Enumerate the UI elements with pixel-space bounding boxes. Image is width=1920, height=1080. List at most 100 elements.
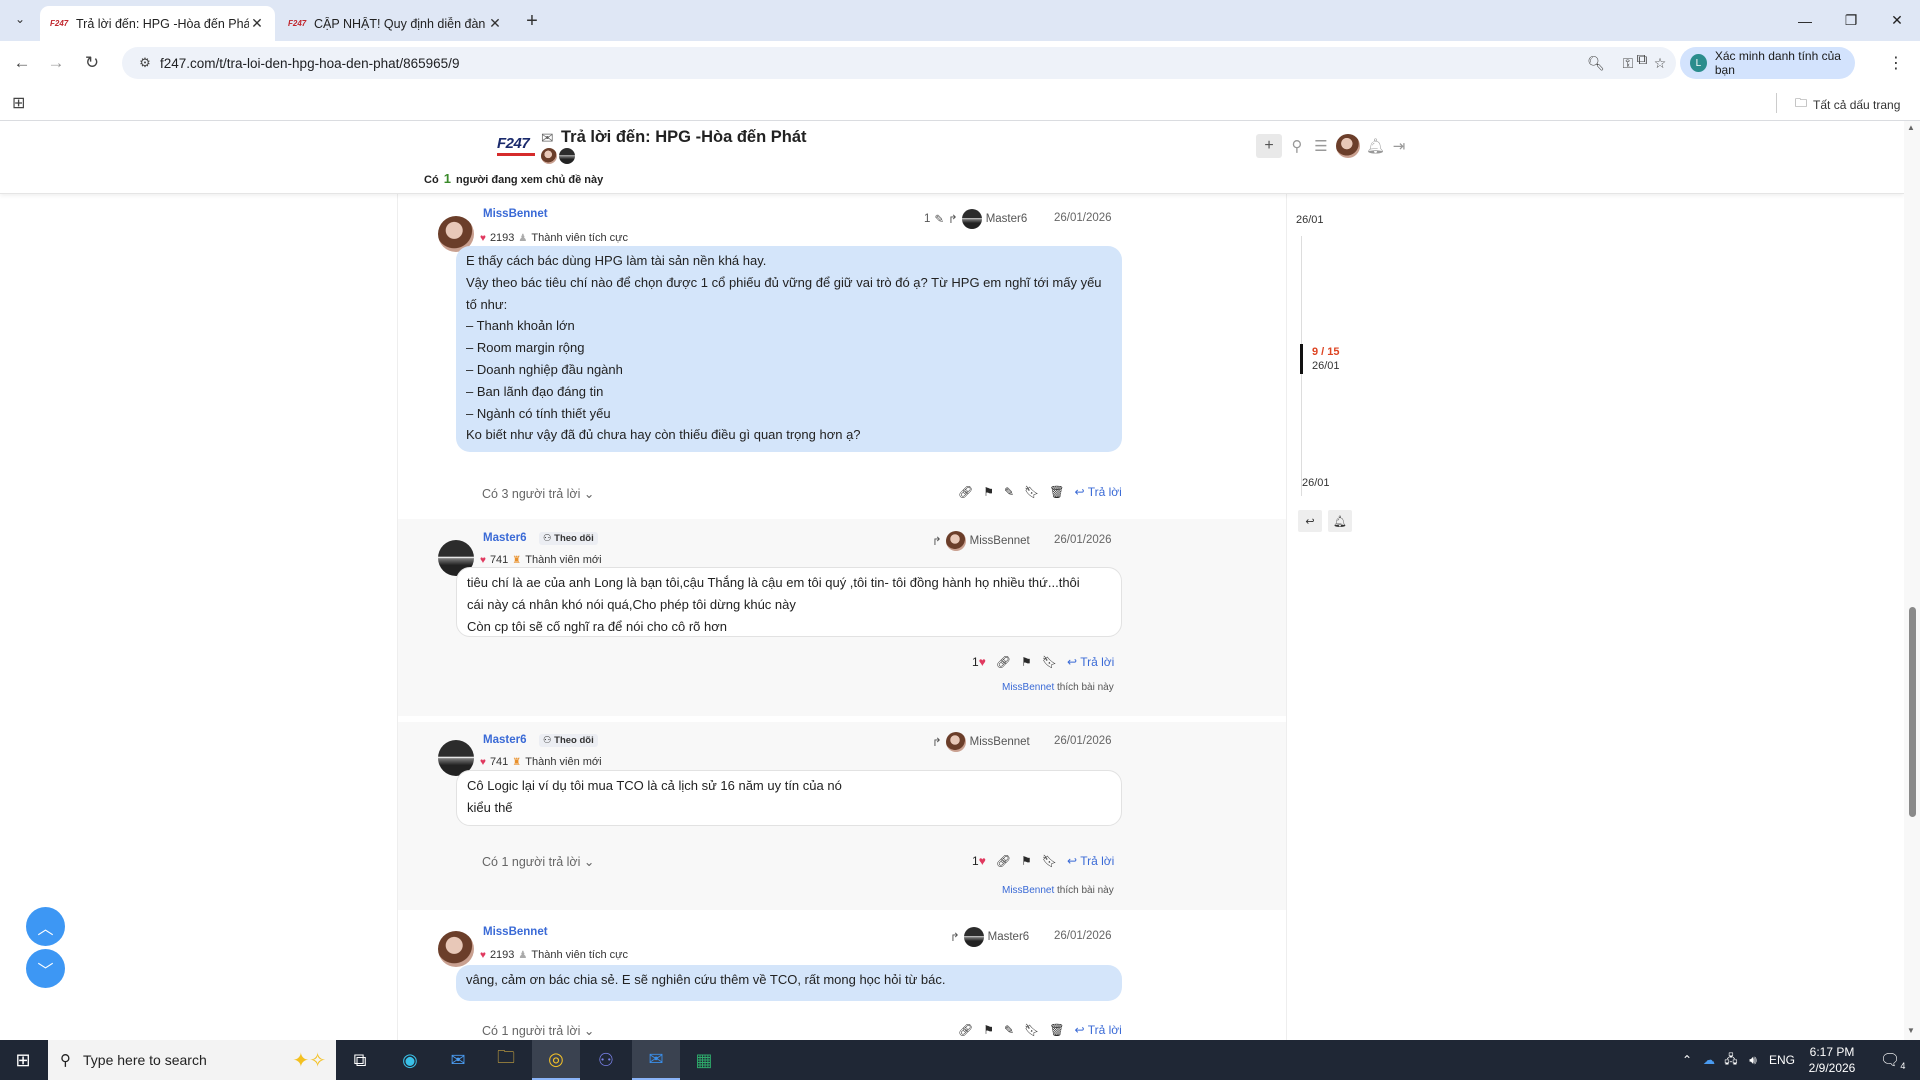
tab-search-dropdown-icon[interactable]: ⌄ [8,7,32,31]
scroll-down-button[interactable]: ﹀ [26,949,65,988]
link-icon[interactable]: 🔗︎ [958,485,973,499]
all-bookmarks-button[interactable]: 🗀 Tất cả dấu trang [1795,94,1900,115]
reply-to-avatar[interactable] [963,927,984,947]
logout-icon[interactable]: ⇥ [1390,137,1408,155]
reply-button[interactable]: ↩ Trả lời [1067,854,1114,868]
like-button[interactable]: 1♥ [972,854,986,868]
edit-pencil-icon[interactable]: ✎ [1004,1023,1014,1037]
back-arrow-icon[interactable]: ← [10,51,34,75]
post-date[interactable]: 26/01/2026 [1054,212,1112,224]
notification-bell-icon[interactable]: 🔔︎ [1328,510,1352,532]
reply-to-user[interactable]: Master6 [988,931,1030,943]
scroll-up-button[interactable]: ︿ [26,907,65,946]
outlook-icon[interactable]: ✉ [434,1040,482,1080]
taskbar-search[interactable]: ⚲ Type here to search ✦✧ [48,1040,336,1080]
forward-arrow-icon[interactable]: → [44,51,68,75]
reply-to-user[interactable]: Master6 [986,213,1028,225]
address-bar[interactable]: ⚙ f247.com/t/tra-loi-den-hpg-hoa-den-pha… [122,47,1676,79]
verify-identity-button[interactable]: L Xác minh danh tính của bạn [1680,47,1855,79]
bookmark-icon[interactable]: 🔖︎ [1024,485,1039,499]
participant-avatar[interactable] [541,148,557,164]
task-view-icon[interactable]: ⧉ [336,1040,384,1080]
reply-button[interactable]: ↩ Trả lời [1067,655,1114,669]
liked-by-user[interactable]: MissBennet [1002,682,1054,693]
flag-icon[interactable]: ⚑ [1021,854,1032,868]
new-topic-plus-icon[interactable]: + [1256,134,1282,158]
scroll-up-arrow-icon[interactable]: ▲ [1907,123,1915,132]
excel-icon[interactable]: ▦ [680,1040,728,1080]
language-indicator[interactable]: ENG [1764,1053,1800,1067]
scrollbar-thumb[interactable] [1909,607,1916,817]
post-author[interactable]: Master6 [483,734,526,746]
new-tab-plus-icon[interactable]: + [520,9,544,33]
apps-grid-icon[interactable]: ⊞ [12,93,25,113]
flag-icon[interactable]: ⚑ [983,1023,994,1037]
windows-start-icon[interactable]: ⊞ [0,1040,46,1080]
replies-toggle[interactable]: Có 3 người trả lời ⌄ [482,486,594,501]
delete-trash-icon[interactable]: 🗑︎ [1049,1023,1064,1037]
edit-pencil-icon[interactable]: ✎ [1004,485,1014,499]
follow-badge[interactable]: ⚇ Theo dõi [539,734,598,747]
timeline-handle[interactable] [1300,344,1303,374]
reply-to-avatar[interactable] [961,209,982,229]
volume-icon[interactable]: 🔊︎ [1742,1053,1764,1068]
close-window-icon[interactable]: ✕ [1874,0,1920,41]
flag-icon[interactable]: ⚑ [983,485,994,499]
hamburger-menu-icon[interactable]: ☰ [1312,137,1330,155]
link-icon[interactable]: 🔗︎ [958,1023,973,1037]
tab-active[interactable]: F247 Trả lời đến: HPG -Hòa đến Phát ✕ [40,6,275,41]
delete-trash-icon[interactable]: 🗑︎ [1049,485,1064,499]
tab-rules[interactable]: F247 CẬP NHẬT! Quy định diễn đàn ✕ [278,6,513,41]
link-icon[interactable]: 🔗︎ [996,655,1011,669]
bookmark-icon[interactable]: 🔖︎ [1042,655,1057,669]
extensions-puzzle-icon[interactable]: ⧉ [1630,51,1654,75]
page-scrollbar[interactable]: ▲ ▼ [1904,121,1920,1040]
timeline-end-date[interactable]: 26/01 [1302,477,1330,489]
cloud-icon[interactable]: ☁ [1698,1053,1720,1067]
reply-button[interactable]: ↩ Trả lời [1075,1023,1122,1037]
topic-title[interactable]: Trả lời đến: HPG -Hòa đến Phát [561,128,807,147]
post-date[interactable]: 26/01/2026 [1054,735,1112,747]
replies-toggle[interactable]: Có 1 người trả lời ⌄ [482,1023,594,1038]
site-logo[interactable]: F247 [497,135,537,156]
flag-icon[interactable]: ⚑ [1021,655,1032,669]
replies-toggle[interactable]: Có 1 người trả lời ⌄ [482,854,594,869]
browser-menu-icon[interactable]: ⋮ [1888,53,1904,73]
tab-close-icon[interactable]: ✕ [487,15,503,32]
search-icon[interactable]: ⚲ [1288,137,1306,155]
like-button[interactable]: 1♥ [972,655,986,669]
post-date[interactable]: 26/01/2026 [1054,930,1112,942]
reload-icon[interactable]: ↻ [80,51,104,75]
bell-icon[interactable]: 🔔︎ [1366,137,1385,155]
post-date[interactable]: 26/01/2026 [1054,534,1112,546]
post-author[interactable]: MissBennet [483,208,548,220]
reply-arrow-icon[interactable]: ↩ [1298,510,1322,532]
file-explorer-icon[interactable]: 🗀 [482,1040,530,1080]
participant-avatar[interactable] [559,148,575,164]
reply-to-avatar[interactable] [945,531,966,551]
reply-button[interactable]: ↩ Trả lời [1075,485,1122,499]
follow-badge[interactable]: ⚇ Theo dõi [539,532,598,545]
user-avatar[interactable] [1336,134,1360,158]
zoom-icon[interactable]: 🔍︎ [1580,55,1612,72]
minimize-icon[interactable]: — [1782,0,1828,41]
site-info-icon[interactable]: ⚙ [130,55,160,71]
chrome-icon[interactable]: ◎ [532,1040,580,1080]
liked-by-user[interactable]: MissBennet [1002,885,1054,896]
edge-browser-icon[interactable]: ◉ [386,1040,434,1080]
url-text[interactable]: f247.com/t/tra-loi-den-hpg-hoa-den-phat/… [160,56,1580,71]
bookmark-icon[interactable]: 🔖︎ [1024,1023,1039,1037]
outlook-alt-icon[interactable]: ✉ [632,1040,680,1080]
bookmark-icon[interactable]: 🔖︎ [1042,854,1057,868]
notification-center-icon[interactable]: 🗨︎4 [1880,1050,1905,1071]
reply-to-avatar[interactable] [945,732,966,752]
teams-icon[interactable]: ⚇ [582,1040,630,1080]
restore-icon[interactable]: ❐ [1828,0,1874,41]
scroll-down-arrow-icon[interactable]: ▼ [1907,1026,1915,1035]
network-icon[interactable]: 🖧︎ [1720,1050,1742,1071]
tab-close-icon[interactable]: ✕ [249,15,265,32]
taskbar-clock[interactable]: 6:17 PM 2/9/2026 [1797,1044,1867,1076]
tray-chevron-up-icon[interactable]: ⌃ [1676,1053,1698,1067]
timeline-start-date[interactable]: 26/01 [1296,214,1324,226]
post-author[interactable]: Master6 [483,532,526,544]
